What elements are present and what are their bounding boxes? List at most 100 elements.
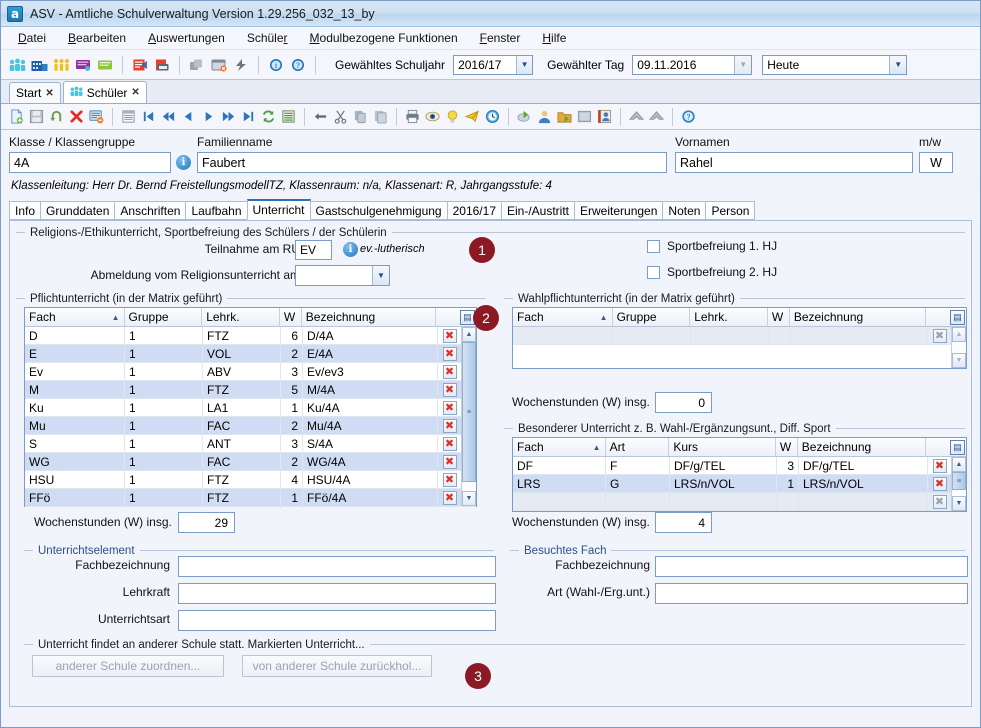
window-close-icon[interactable] [209, 55, 229, 74]
students-group-icon[interactable] [7, 55, 27, 74]
grid-vertical-scrollbar[interactable]: ▲ ≡ ▼ [951, 457, 966, 511]
class-people-icon[interactable] [51, 55, 71, 74]
print-report-icon[interactable] [152, 55, 172, 74]
ue-lehrkraft-input[interactable] [178, 583, 496, 604]
table-row[interactable]: LRS G LRS/n/VOL 1 LRS/n/VOL ✖ [513, 475, 966, 493]
help-icon[interactable]: ? [288, 55, 308, 74]
table-row[interactable]: E 1 VOL 2 E/4A ✖ [25, 345, 476, 363]
grid-settings-icon[interactable]: ▤ [950, 309, 966, 325]
menu-bearbeiten[interactable]: Bearbeiten [57, 28, 137, 48]
preview-icon[interactable] [423, 108, 442, 126]
row-delete-button[interactable]: ✖ [438, 345, 461, 362]
chevron-down-icon[interactable]: ▼ [889, 55, 907, 74]
wahlpflicht-total-input[interactable] [655, 392, 712, 413]
delete-icon[interactable]: ✖ [442, 400, 457, 415]
tab-laufbahn[interactable]: Laufbahn [185, 201, 248, 220]
next-fast-icon[interactable] [219, 108, 238, 126]
table-row[interactable]: Ku 1 LA1 1 Ku/4A ✖ [25, 399, 476, 417]
cut-icon[interactable] [331, 108, 350, 126]
report-list-icon[interactable] [279, 108, 298, 126]
doc-tab-start[interactable]: Start ✕ [9, 82, 61, 103]
day-combo[interactable]: ▼ [632, 54, 753, 75]
photo-person-icon[interactable] [595, 108, 614, 126]
table-row[interactable]: FFö 1 FTZ 1 FFö/4A ✖ [25, 489, 476, 507]
column-fach[interactable]: Fach ▲ [513, 308, 613, 326]
pflicht-total-input[interactable] [178, 512, 235, 533]
sportbefreiung-2-checkbox[interactable] [647, 265, 660, 279]
delete-icon[interactable]: ✖ [442, 328, 457, 343]
delete-icon[interactable]: ✖ [442, 382, 457, 397]
scroll-down-icon[interactable]: ▼ [952, 496, 966, 511]
table-row[interactable]: DF F DF/g/TEL 3 DF/g/TEL ✖ [513, 457, 966, 475]
column-kurs[interactable]: Kurs [669, 438, 776, 456]
grid-vertical-scrollbar[interactable]: ▲ ▼ [951, 327, 966, 368]
new-record-icon[interactable] [7, 108, 26, 126]
column-fach[interactable]: Fach ▲ [513, 438, 606, 456]
column-w[interactable]: W [767, 308, 790, 326]
abmeldung-date-combo[interactable]: ▼ [295, 265, 390, 286]
idea-icon[interactable] [443, 108, 462, 126]
row-delete-button[interactable]: ✖ [438, 399, 461, 416]
last-record-icon[interactable] [239, 108, 258, 126]
menu-modulbezogene-funktionen[interactable]: Modulbezogene Funktionen [299, 28, 469, 48]
row-delete-button[interactable]: ✖ [928, 457, 951, 474]
undo-icon[interactable] [47, 108, 66, 126]
delete-icon[interactable]: ✖ [442, 418, 457, 433]
column-gruppe[interactable]: Gruppe [612, 308, 691, 326]
folder-export-icon[interactable] [555, 108, 574, 126]
help-round-icon[interactable]: ? [679, 108, 698, 126]
modules-icon[interactable] [187, 55, 207, 74]
anderer-schule-zuordnen-button[interactable]: anderer Schule zuordnen... [32, 655, 224, 677]
von-anderer-schule-zurueckholen-button[interactable]: von anderer Schule zurückhol... [242, 655, 432, 677]
info-icon[interactable]: i [176, 155, 191, 170]
column-art[interactable]: Art [605, 438, 670, 456]
tab-unterricht[interactable]: Unterricht [246, 199, 311, 220]
column-w[interactable]: W [279, 308, 302, 326]
image-icon[interactable] [575, 108, 594, 126]
table-row[interactable]: M 1 FTZ 5 M/4A ✖ [25, 381, 476, 399]
chevron-down-icon[interactable]: ▼ [372, 266, 389, 285]
prev-record-icon[interactable] [179, 108, 198, 126]
school-building-icon[interactable] [29, 55, 49, 74]
paste-icon[interactable] [371, 108, 390, 126]
row-delete-button[interactable]: ✖ [438, 471, 461, 488]
row-delete-button[interactable]: ✖ [928, 475, 951, 492]
tab-ein-austritt[interactable]: Ein-/Austritt [501, 201, 576, 220]
delete-icon[interactable]: ✖ [932, 476, 947, 491]
save-icon[interactable] [27, 108, 46, 126]
pflichtunterricht-grid[interactable]: Fach ▲ Gruppe Lehrk. W Bezeichnung ▤ D 1… [24, 307, 477, 508]
row-delete-button[interactable]: ✖ [438, 489, 461, 506]
grid-settings-icon[interactable]: ▤ [950, 439, 966, 455]
tab-noten[interactable]: Noten [662, 201, 707, 220]
school-year-combo[interactable]: ▼ [453, 54, 534, 75]
close-icon[interactable]: ✕ [131, 87, 139, 98]
table-row-empty[interactable]: ✖ [513, 327, 966, 345]
klasse-input[interactable] [9, 152, 171, 173]
delete-icon[interactable]: ✖ [442, 346, 457, 361]
notes-green-icon[interactable] [95, 55, 115, 74]
vornamen-input[interactable] [675, 152, 913, 173]
scroll-up-icon[interactable]: ▲ [462, 327, 476, 342]
clock-icon[interactable] [483, 108, 502, 126]
refresh-icon[interactable] [259, 108, 278, 126]
delete-form-icon[interactable] [87, 108, 106, 126]
info-icon[interactable]: i [266, 55, 286, 74]
ue-fachbezeichnung-input[interactable] [178, 556, 496, 577]
column-lehrk[interactable]: Lehrk. [202, 308, 280, 326]
row-delete-button[interactable]: ✖ [438, 363, 461, 380]
scroll-track[interactable]: ≡ [952, 472, 966, 496]
delete-icon[interactable]: ✖ [442, 364, 457, 379]
table-row[interactable]: S 1 ANT 3 S/4A ✖ [25, 435, 476, 453]
copy-icon[interactable] [351, 108, 370, 126]
menu-auswertungen[interactable]: Auswertungen [137, 28, 236, 48]
delete-icon[interactable]: ✖ [442, 490, 457, 505]
close-icon[interactable]: ✕ [45, 88, 53, 99]
tab-erweiterungen[interactable]: Erweiterungen [574, 201, 664, 220]
grid-vertical-scrollbar[interactable]: ▲ ≡ ▼ [461, 327, 476, 506]
sportbefreiung-1-checkbox[interactable] [647, 239, 660, 253]
column-bezeichnung[interactable]: Bezeichnung [301, 308, 437, 326]
tab-schuljahr[interactable]: 2016/17 [446, 201, 502, 220]
chevron-down-icon[interactable]: ▼ [516, 55, 533, 74]
tab-grunddaten[interactable]: Grunddaten [40, 201, 116, 220]
table-row[interactable]: Ev 1 ABV 3 Ev/ev3 ✖ [25, 363, 476, 381]
